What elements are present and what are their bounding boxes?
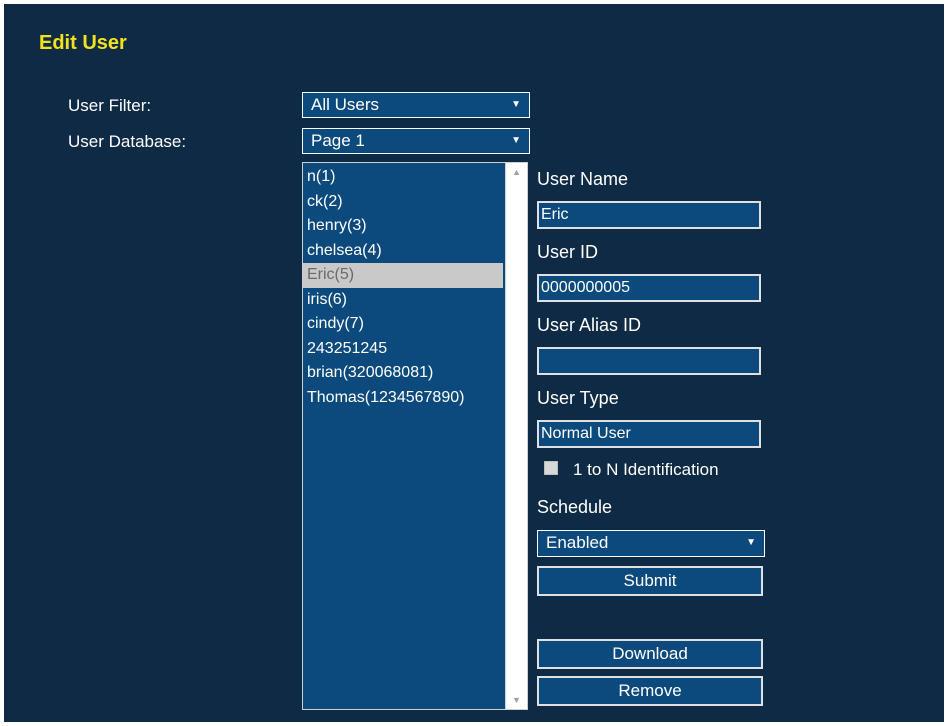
list-item[interactable]: cindy(7): [303, 312, 503, 337]
user-id-input[interactable]: 0000000005: [537, 274, 761, 302]
page-title: Edit User: [39, 32, 127, 54]
identification-checkbox[interactable]: [544, 461, 558, 475]
user-name-label: User Name: [537, 169, 629, 189]
list-item[interactable]: brian(320068081): [303, 361, 503, 386]
user-filter-label: User Filter:: [68, 96, 152, 115]
user-database-label: User Database:: [68, 132, 187, 151]
chevron-down-icon[interactable]: ▼: [506, 695, 527, 705]
user-type-field[interactable]: Normal User: [537, 420, 761, 448]
list-item[interactable]: 243251245: [303, 337, 503, 362]
listbox-scrollbar[interactable]: ▲ ▼: [505, 163, 527, 709]
chevron-down-icon: ▼: [511, 99, 521, 110]
remove-button[interactable]: Remove: [537, 676, 763, 706]
schedule-label: Schedule: [537, 497, 613, 517]
user-filter-select[interactable]: All Users ▼: [302, 92, 530, 118]
list-item[interactable]: henry(3): [303, 214, 503, 239]
edit-user-panel: Edit User User Filter: All Users ▼ User …: [4, 4, 944, 722]
user-name-input[interactable]: Eric: [537, 201, 761, 229]
user-alias-input[interactable]: [537, 347, 761, 375]
list-item[interactable]: Thomas(1234567890): [303, 386, 503, 411]
list-item[interactable]: n(1): [303, 165, 503, 190]
user-database-select[interactable]: Page 1 ▼: [302, 128, 530, 154]
list-item[interactable]: iris(6): [303, 288, 503, 313]
user-filter-value: All Users: [311, 95, 380, 114]
download-button[interactable]: Download: [537, 639, 763, 669]
chevron-down-icon: ▼: [746, 537, 756, 548]
list-item[interactable]: ck(2): [303, 190, 503, 215]
submit-button[interactable]: Submit: [537, 566, 763, 596]
chevron-down-icon: ▼: [511, 135, 521, 146]
user-listbox[interactable]: n(1) ck(2) henry(3) chelsea(4) Eric(5) i…: [302, 162, 528, 710]
schedule-select[interactable]: Enabled ▼: [537, 530, 765, 557]
user-alias-label: User Alias ID: [537, 315, 642, 335]
identification-label: 1 to N Identification: [573, 460, 719, 479]
chevron-up-icon[interactable]: ▲: [506, 167, 527, 177]
list-item[interactable]: chelsea(4): [303, 239, 503, 264]
list-item[interactable]: Eric(5): [303, 263, 503, 288]
user-database-value: Page 1: [311, 131, 365, 150]
user-type-label: User Type: [537, 388, 619, 408]
user-list-items: n(1) ck(2) henry(3) chelsea(4) Eric(5) i…: [303, 165, 503, 410]
schedule-value: Enabled: [546, 533, 609, 552]
user-id-label: User ID: [537, 242, 599, 262]
